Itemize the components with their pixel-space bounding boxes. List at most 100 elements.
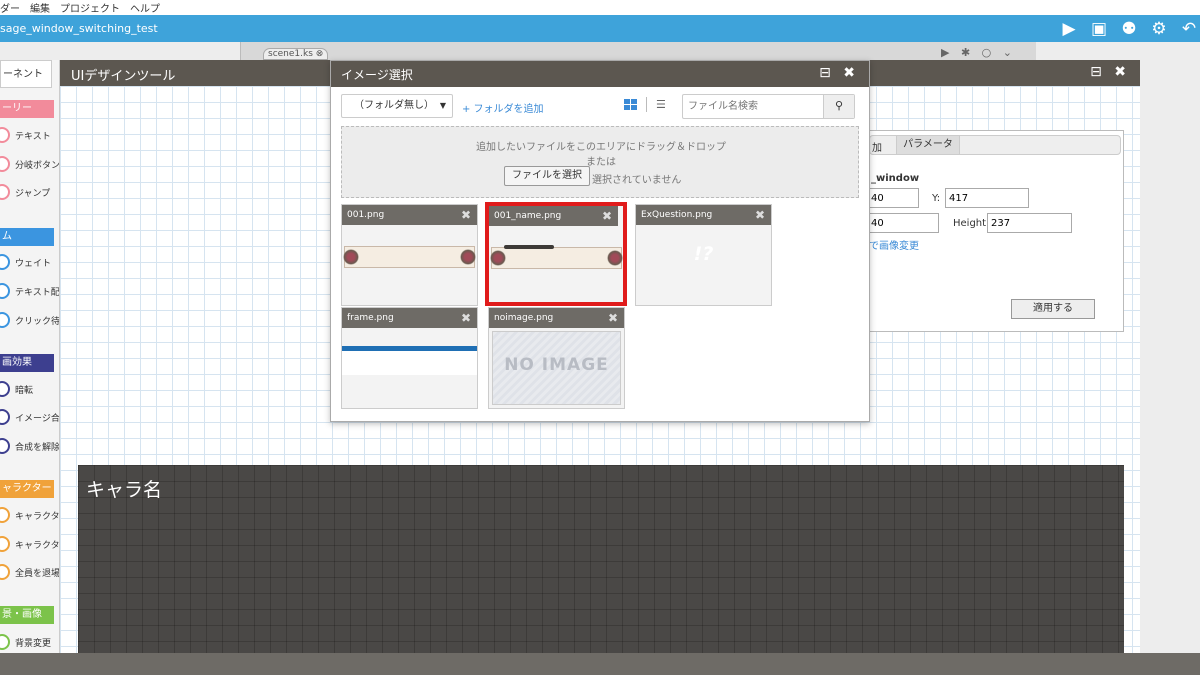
chevron-down-icon: ▼: [439, 101, 446, 110]
y-label: Y:: [932, 193, 941, 204]
image-card-noimage[interactable]: noimage.png ✖ NO IMAGE: [488, 307, 625, 409]
list-view-icon[interactable]: ☰: [656, 98, 666, 111]
sidebar-item-jump[interactable]: ジャンプ: [0, 180, 59, 204]
apply-button[interactable]: 適用する: [1011, 299, 1095, 319]
component-sidebar: ーネント ーリー テキスト 分岐ボタン ジャンプ ム ウェイト テキスト配置 ク…: [0, 60, 60, 675]
view-separator: [646, 97, 647, 112]
tab-add[interactable]: 加: [872, 139, 882, 154]
save-icon[interactable]: ▣: [1088, 18, 1110, 40]
properties-panel: 加 パラメータ _window Y: Height: で画像変更 適用する: [867, 130, 1124, 332]
users-icon[interactable]: ⚉: [1118, 18, 1140, 40]
right-background: [1140, 60, 1200, 675]
scene-tools[interactable]: ▶ ✱ ○ ⌄: [941, 46, 1016, 59]
message-window-preview[interactable]: キャラ名: [78, 465, 1124, 665]
file-search-input[interactable]: [683, 95, 825, 118]
undo-icon[interactable]: ↶: [1178, 18, 1200, 40]
delete-icon[interactable]: ✖: [608, 308, 618, 328]
click-wait-icon: [0, 312, 10, 328]
sidebar-item-compose-release[interactable]: 合成を解除: [0, 434, 59, 458]
sidebar-item-image-compose[interactable]: イメージ合成: [0, 405, 60, 429]
folder-select[interactable]: （フォルダ無し） ▼: [341, 94, 453, 118]
wait-icon: [0, 254, 10, 270]
sidebar-item-label: ジャンプ: [15, 188, 51, 199]
image-card-exquestion[interactable]: ExQuestion.png ✖ !?: [635, 204, 772, 306]
x-field[interactable]: [867, 188, 919, 208]
sidebar-item-text-layout[interactable]: テキスト配置: [0, 279, 60, 303]
category-character[interactable]: ャラクター: [0, 480, 54, 498]
sidebar-item-label: 分岐ボタン: [15, 160, 60, 171]
sidebar-item-character-1[interactable]: キャラクター: [0, 503, 60, 527]
menu-item-tool[interactable]: ダー: [0, 0, 20, 15]
sidebar-item-click-wait[interactable]: クリック待ち: [0, 308, 60, 332]
image-file-name: frame.png: [347, 313, 394, 323]
sidebar-item-label: テキスト: [15, 131, 51, 142]
title-bar: sage_window_switching_test ▶ ▣ ⚉ ⚙ ↶: [0, 15, 1200, 42]
category-story[interactable]: ーリー: [0, 100, 54, 118]
image-file-name: 001_name.png: [494, 211, 562, 221]
image-select-dialog: イメージ選択 ⊟ ✖ （フォルダ無し） ▼ + フォルダを追加 ☰ ⚲ 追加した…: [330, 60, 870, 422]
image-select-header: イメージ選択 ⊟ ✖: [331, 61, 869, 87]
sidebar-item-label: キャラクター: [15, 511, 60, 522]
image-card-header: frame.png ✖: [342, 308, 477, 328]
image-card-001[interactable]: 001.png ✖: [341, 204, 478, 306]
text-icon: [0, 127, 10, 143]
menu-item-edit[interactable]: 編集: [30, 0, 50, 15]
delete-icon[interactable]: ✖: [602, 206, 612, 226]
image-card-frame[interactable]: frame.png ✖: [341, 307, 478, 409]
branch-icon: [0, 156, 10, 172]
gear-icon[interactable]: ⚙: [1148, 18, 1170, 40]
change-image-link[interactable]: で画像変更: [869, 237, 919, 252]
menu-item-project[interactable]: プロジェクト: [60, 0, 120, 15]
image-compose-icon: [0, 409, 10, 425]
add-folder-link[interactable]: + フォルダを追加: [462, 100, 544, 115]
scene-tab[interactable]: scene1.ks ⊗: [263, 48, 329, 60]
dialog-controls[interactable]: ⊟ ✖: [819, 65, 859, 81]
image-select-title: イメージ選択: [341, 68, 413, 82]
folder-select-value: （フォルダ無し）: [354, 100, 434, 111]
image-thumbnail: [342, 328, 477, 408]
height-field[interactable]: [987, 213, 1072, 233]
noimage-preview: NO IMAGE: [492, 331, 621, 405]
compose-release-icon: [0, 438, 10, 454]
image-card-header: noimage.png ✖: [489, 308, 624, 328]
grid-view-icon[interactable]: [624, 99, 637, 111]
sidebar-item-label: 暗転: [15, 385, 34, 396]
width-field[interactable]: [867, 213, 939, 233]
sidebar-item-label: キャラクター: [15, 540, 60, 551]
image-card-header: ExQuestion.png ✖: [636, 205, 771, 225]
category-background[interactable]: 景・画像: [0, 606, 54, 624]
sidebar-item-label: 全員を退場: [15, 568, 60, 579]
window-controls[interactable]: ⊟ ✖: [1090, 64, 1130, 80]
file-search: ⚲: [682, 94, 855, 119]
sidebar-item-branch-button[interactable]: 分岐ボタン: [0, 152, 60, 176]
file-drop-zone[interactable]: 追加したいファイルをこのエリアにドラッグ＆ドロップ または ファイルを選択 選択…: [341, 126, 859, 198]
sidebar-item-blackout[interactable]: 暗転: [0, 377, 59, 401]
image-card-001-name[interactable]: 001_name.png ✖: [485, 202, 627, 306]
image-card-header: 001.png ✖: [342, 205, 477, 225]
sidebar-item-label: イメージ合成: [15, 413, 60, 424]
play-icon[interactable]: ▶: [1058, 18, 1080, 40]
sidebar-item-label: クリック待ち: [15, 316, 60, 327]
jump-icon: [0, 184, 10, 200]
tab-components[interactable]: ーネント: [0, 60, 52, 88]
search-icon[interactable]: ⚲: [823, 95, 854, 118]
sidebar-item-bg-change[interactable]: 背景変更: [0, 630, 59, 654]
delete-icon[interactable]: ✖: [461, 308, 471, 328]
menu-item-help[interactable]: ヘルプ: [130, 0, 160, 15]
category-effects[interactable]: 画効果: [0, 354, 54, 372]
delete-icon[interactable]: ✖: [461, 205, 471, 225]
sidebar-item-wait[interactable]: ウェイト: [0, 250, 59, 274]
y-field[interactable]: [945, 188, 1029, 208]
sidebar-item-text[interactable]: テキスト: [0, 123, 59, 147]
tab-parameters[interactable]: パラメータ: [896, 136, 960, 154]
image-file-name: noimage.png: [494, 313, 554, 323]
text-layout-icon: [0, 283, 10, 299]
sidebar-item-label: テキスト配置: [15, 287, 60, 298]
sidebar-item-label: 背景変更: [15, 638, 52, 649]
sidebar-item-character-2[interactable]: キャラクター: [0, 532, 60, 556]
delete-icon[interactable]: ✖: [755, 205, 765, 225]
window-title: sage_window_switching_test: [0, 22, 158, 35]
sidebar-item-all-exit[interactable]: 全員を退場: [0, 560, 60, 584]
category-system[interactable]: ム: [0, 228, 54, 246]
choose-file-button[interactable]: ファイルを選択: [504, 166, 590, 186]
